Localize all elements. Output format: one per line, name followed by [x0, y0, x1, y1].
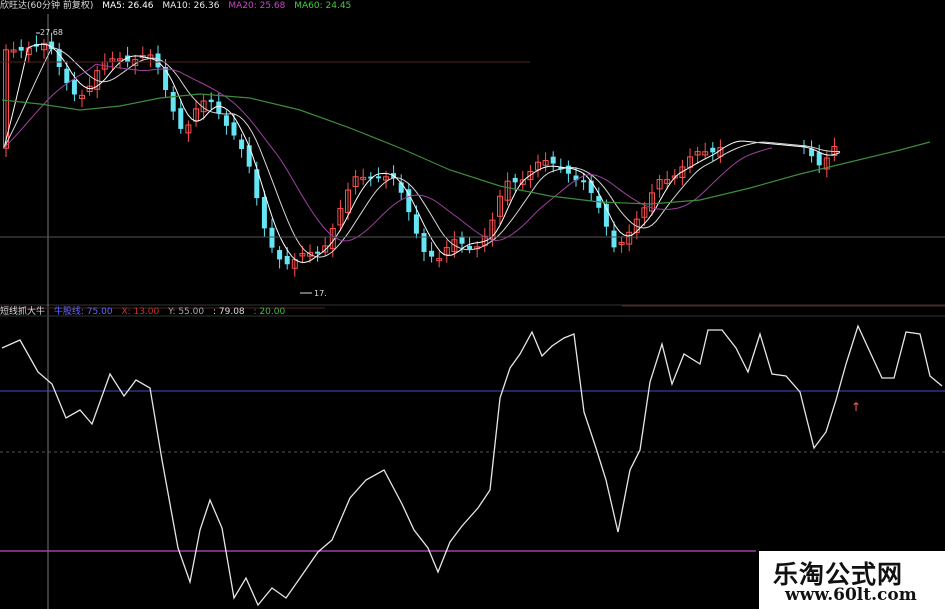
low-price-label: 17. [314, 289, 327, 298]
candle-body-down [421, 233, 427, 252]
chart-canvas[interactable]: 27.68 17. ↑ [0, 0, 945, 609]
candle-body-down [246, 145, 252, 167]
bottom-panel-legend: 短线抓大牛 牛股线: 75.00 X: 13.00 Y: 55.00 : 79.… [0, 306, 291, 318]
top-panel-title: 欣旺达(60分钟 前复权) [0, 1, 94, 11]
candle-body-down [170, 92, 176, 112]
ma20-line [3, 63, 773, 242]
candle-body-down [269, 227, 275, 248]
candle-body-down [71, 80, 77, 95]
ma10-label: MA10: 26.36 [162, 1, 220, 11]
ma10-line [3, 47, 841, 258]
stock-chart-screen: 27.68 17. ↑ 欣旺达(60分钟 前复权) MA5: 26.46 MA1… [0, 0, 945, 609]
candle-body-down [512, 177, 518, 183]
candle-body-down [223, 115, 229, 126]
candle-body-down [565, 165, 571, 174]
moving-average-lines [0, 43, 945, 309]
watermark-box: 乐淘公式网 www.60lt.com [759, 551, 945, 609]
candle-body-down [178, 108, 184, 129]
x-label: X: 13.00 [121, 307, 160, 317]
candle-body-down [581, 180, 587, 183]
candle-body-down [18, 46, 24, 51]
candle-body-down [550, 156, 556, 164]
candle-body-down [413, 214, 419, 234]
candle-body-down [406, 189, 412, 213]
high-price-label: 27.68 [40, 28, 63, 37]
ma60-label: MA60: 24.45 [294, 1, 352, 11]
watermark-url: www.60lt.com [785, 585, 917, 605]
candle-body-down [64, 68, 70, 84]
candle-body-down [216, 101, 222, 114]
candle-body-down [710, 147, 716, 153]
ma5-line [3, 43, 841, 263]
level-label: : 20.00 [253, 307, 286, 317]
bottom-panel-title: 短线抓大牛 [0, 307, 46, 317]
candle-body-down [284, 255, 290, 265]
candle-body-down [239, 139, 245, 149]
candle-body-down [375, 176, 381, 179]
candle-body-down [231, 122, 237, 136]
value-label: : 79.08 [212, 307, 245, 317]
candle-body-down [208, 99, 214, 103]
candle-body-down [467, 245, 473, 249]
candle-body-down [315, 251, 321, 254]
bull-line-label: 牛股线: 75.00 [53, 307, 113, 317]
top-panel-legend: 欣旺达(60分钟 前复权) MA5: 26.46 MA10: 26.36 MA2… [0, 0, 357, 12]
y-label: Y: 55.00 [168, 307, 205, 317]
candle-body-down [816, 152, 822, 166]
ma60-line [1, 93, 931, 205]
buy-signal-marker: ↑ [851, 400, 861, 414]
candle-body-down [611, 230, 617, 248]
ma20-label: MA20: 25.68 [228, 1, 286, 11]
candle-body-down [277, 250, 283, 260]
ma5-label: MA5: 26.46 [102, 1, 154, 11]
candle-body-down [261, 197, 267, 229]
candle-body-down [429, 250, 435, 257]
